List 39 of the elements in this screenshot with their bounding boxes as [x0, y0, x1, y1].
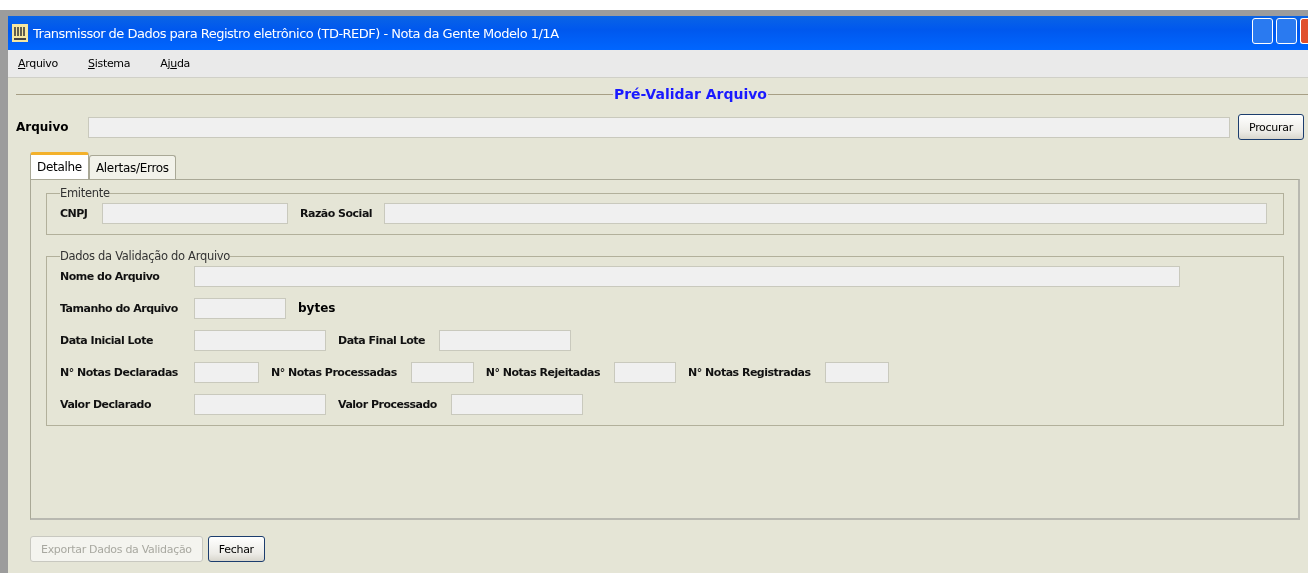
text-field[interactable] — [450, 393, 583, 415]
group-title: Dados da Validação do Arquivo — [60, 249, 231, 263]
text-field[interactable] — [194, 297, 286, 319]
tab[interactable]: Alertas/Erros — [88, 155, 176, 179]
field-label: Nome do Arquivo — [60, 269, 161, 283]
text-field[interactable] — [614, 361, 677, 383]
text-field[interactable] — [194, 393, 326, 415]
browse-button[interactable]: Procurar — [1238, 114, 1304, 140]
file-path-field[interactable] — [88, 116, 1230, 138]
text-field[interactable] — [824, 361, 889, 383]
field-label: Arquivo — [16, 120, 70, 134]
text-field[interactable] — [102, 202, 288, 224]
field-label: N° Notas Registradas — [688, 365, 811, 379]
menu-item[interactable]: Arquivo — [18, 57, 58, 70]
text-field[interactable] — [194, 329, 326, 351]
action-button[interactable]: Fechar — [207, 536, 265, 562]
app-icon — [12, 24, 28, 42]
menu-item[interactable]: Ajuda — [160, 57, 190, 70]
unit-label: bytes — [298, 301, 336, 315]
menu-item[interactable]: Sistema — [88, 57, 131, 70]
group-title: Emitente — [60, 186, 110, 200]
window-title: Transmissor de Dados para Registro eletrônico (TD-REDF) - Nota da Gente Modelo 1/1A — [33, 25, 560, 41]
field-label: Tamanho do Arquivo — [60, 301, 179, 315]
field-label: Valor Declarado — [60, 397, 152, 411]
field-label: N° Notas Rejeitadas — [485, 365, 601, 379]
text-field[interactable] — [384, 202, 1268, 224]
tab[interactable]: Detalhe — [30, 152, 89, 179]
field-label: Data Inicial Lote — [60, 333, 154, 347]
field-label: N° Notas Declaradas — [60, 365, 179, 379]
text-field[interactable] — [194, 361, 259, 383]
panel-title: Pré-Validar Arquivo — [612, 86, 768, 102]
field-label: Data Final Lote — [338, 333, 425, 347]
text-field[interactable] — [194, 265, 1180, 287]
field-label: CNPJ — [60, 206, 89, 220]
field-label: N° Notas Processadas — [271, 365, 397, 379]
field-label: Valor Processado — [338, 397, 437, 411]
field-label: Razão Social — [300, 206, 373, 220]
text-field[interactable] — [410, 361, 474, 383]
text-field[interactable] — [439, 329, 571, 351]
